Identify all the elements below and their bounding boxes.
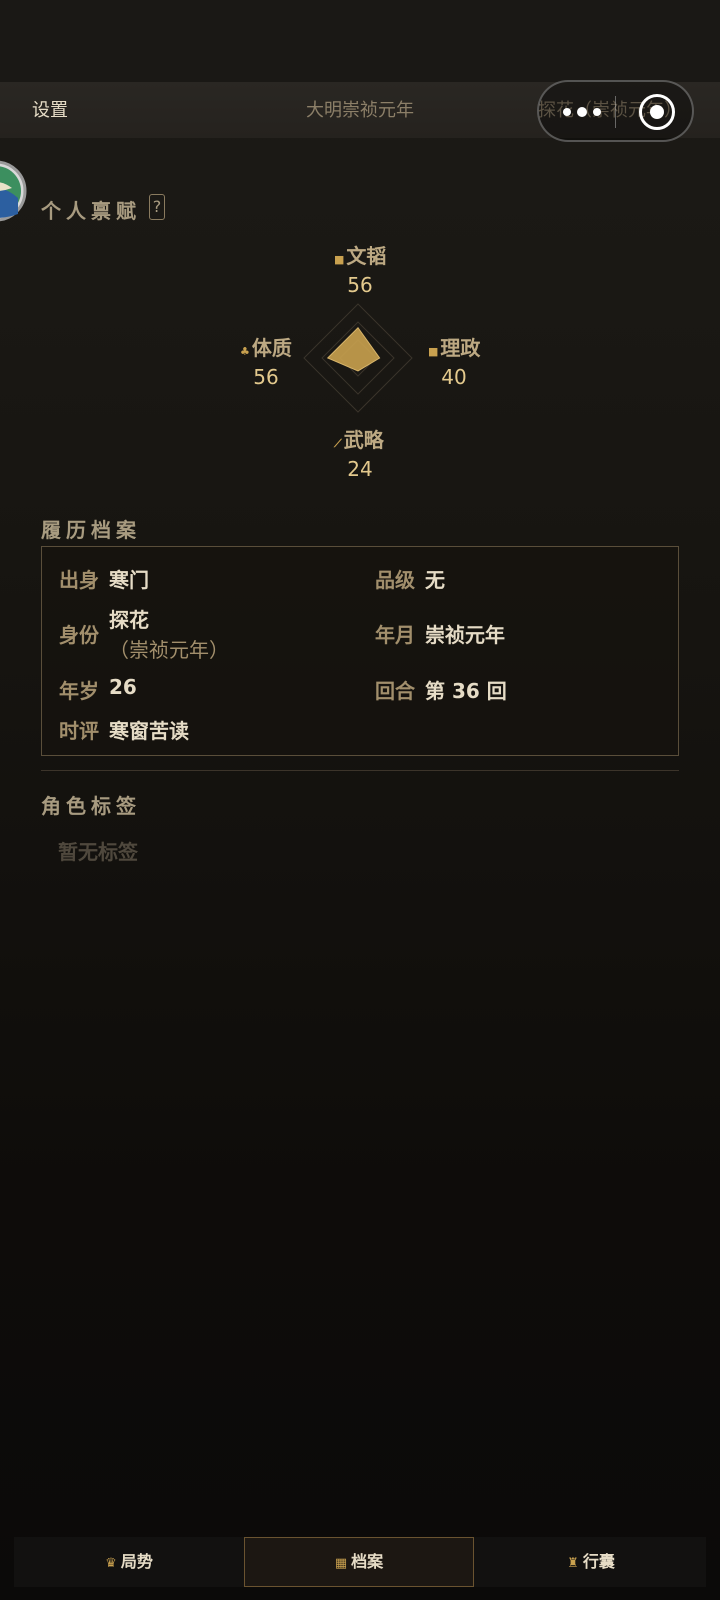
identity-sub: （崇祯元年）: [109, 638, 229, 662]
tab-archive[interactable]: ▦ 档案: [244, 1537, 474, 1587]
tab-label: 行囊: [582, 1552, 615, 1571]
sword-icon: ⟋: [334, 437, 342, 450]
book-icon: ▦: [334, 1556, 348, 1571]
date-label: 年月: [375, 623, 415, 647]
stat-label-text: 武略: [343, 428, 384, 452]
review-label: 时评: [59, 719, 99, 743]
stat-value-lizheng: 40: [441, 365, 467, 389]
bag-icon: ♜: [567, 1556, 579, 1571]
tab-bag[interactable]: ♜ 行囊: [476, 1537, 706, 1587]
identity-value: 探花: [109, 608, 149, 632]
scroll-icon: ■: [428, 345, 439, 358]
date-value: 崇祯元年: [425, 623, 505, 647]
stat-label-tizhi: ♣ 体质: [240, 332, 292, 361]
stat-label-wulue: ⟋ 武略: [334, 424, 384, 453]
stat-label-text: 理政: [440, 336, 481, 360]
age-label: 年岁: [59, 679, 99, 703]
stat-value-wulue: 24: [347, 457, 373, 481]
grade-value: 无: [425, 568, 445, 592]
record-section-title: 履历档案: [41, 518, 141, 542]
person-icon: ♣: [240, 345, 250, 358]
stats-radar-chart: [303, 303, 413, 413]
help-button[interactable]: ?: [149, 194, 165, 220]
age-value: 26: [109, 675, 137, 699]
book-icon: ■: [334, 253, 345, 266]
identity-label: 身份: [59, 623, 99, 647]
tab-label: 档案: [351, 1552, 384, 1571]
stat-label-lizheng: ■ 理政: [428, 332, 480, 361]
stat-label-text: 文韬: [346, 244, 387, 268]
close-target-icon[interactable]: [639, 94, 675, 130]
stat-label-text: 体质: [251, 336, 292, 360]
grade-label: 品级: [375, 568, 415, 592]
bottom-tab-bar: ♛ 局势 ▦ 档案 ♜ 行囊: [14, 1537, 706, 1587]
stat-value-tizhi: 56: [253, 365, 279, 389]
section-divider: [41, 770, 679, 771]
crown-icon: ♛: [105, 1556, 117, 1571]
radar-value-shape: [326, 326, 381, 372]
review-value: 寒窗苦读: [109, 719, 189, 743]
stat-value-wentao: 56: [347, 273, 373, 297]
record-card: 出身 寒门 品级 无 身份 探花 （崇祯元年） 年月 崇祯元年 年岁 26 回合…: [41, 546, 679, 756]
stat-label-wentao: ■ 文韬: [334, 240, 386, 269]
origin-label: 出身: [59, 568, 99, 592]
tags-empty-text: 暂无标签: [58, 840, 138, 864]
round-label: 回合: [375, 679, 415, 703]
origin-value: 寒门: [109, 568, 149, 592]
capsule-menu: [537, 80, 694, 142]
tab-situation[interactable]: ♛ 局势: [14, 1537, 244, 1587]
tags-section-title: 角色标签: [41, 794, 141, 818]
tab-label: 局势: [120, 1552, 153, 1571]
avatar[interactable]: [0, 148, 28, 234]
round-value: 第 36 回: [425, 679, 507, 703]
more-icon[interactable]: [559, 106, 611, 120]
profile-section-title: 个人禀赋: [41, 199, 141, 223]
capsule-divider: [615, 96, 616, 128]
